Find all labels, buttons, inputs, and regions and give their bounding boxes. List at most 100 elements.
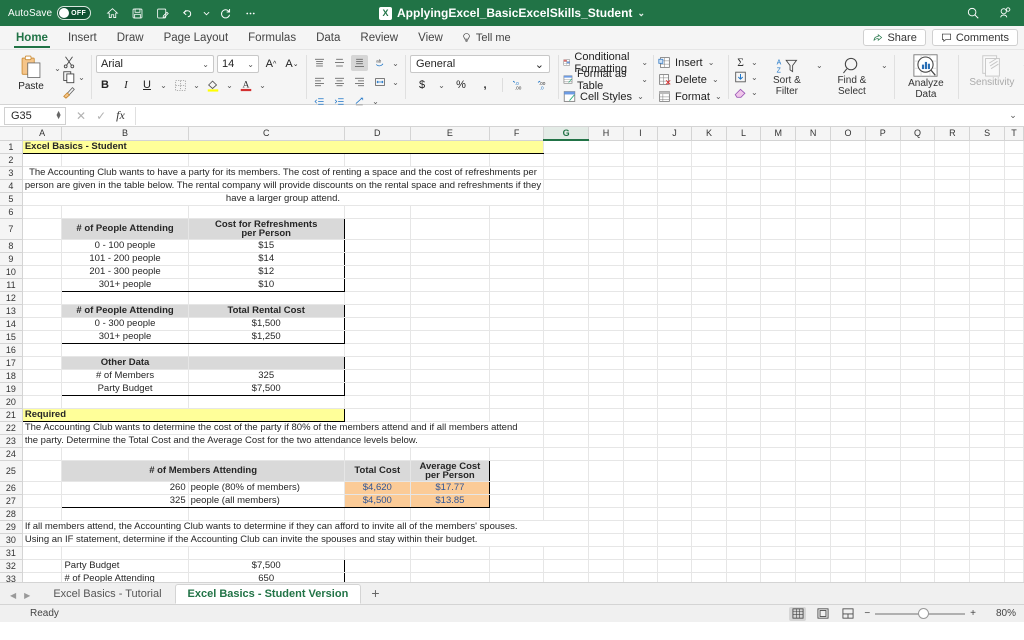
grid-cell[interactable] bbox=[830, 153, 866, 167]
insert-cells-caret-icon[interactable]: ⌄ bbox=[707, 58, 716, 67]
grid-cell[interactable] bbox=[344, 252, 411, 266]
grid-cell[interactable] bbox=[410, 304, 491, 318]
grid-cell[interactable] bbox=[657, 520, 693, 534]
rental-header-cost[interactable]: Total Rental Cost bbox=[188, 303, 345, 318]
grid-cell[interactable] bbox=[623, 304, 658, 318]
grid-cell[interactable] bbox=[588, 369, 624, 383]
grid-cell[interactable] bbox=[760, 494, 797, 508]
grid-cell[interactable] bbox=[543, 356, 590, 370]
autosave-toggle[interactable]: OFF bbox=[57, 6, 92, 20]
clear-button[interactable]: ⌄ bbox=[733, 85, 759, 99]
grid-cell[interactable] bbox=[344, 395, 411, 409]
grid-cell[interactable] bbox=[1004, 153, 1024, 167]
grid-cell[interactable] bbox=[691, 343, 727, 357]
grid-cell[interactable] bbox=[900, 408, 936, 422]
zoom-track[interactable] bbox=[875, 607, 966, 619]
grid-cell[interactable] bbox=[543, 153, 590, 167]
grid-cell[interactable] bbox=[934, 291, 971, 305]
intro-line-3[interactable]: have a larger group attend. bbox=[22, 192, 545, 206]
grid-cell[interactable] bbox=[410, 239, 491, 253]
grid-cell[interactable] bbox=[1004, 481, 1024, 495]
grid-cell[interactable] bbox=[22, 218, 63, 240]
grid-cell[interactable] bbox=[900, 421, 936, 435]
row-header-13[interactable]: 13 bbox=[0, 303, 23, 318]
grid-cell[interactable] bbox=[61, 507, 189, 521]
grid-cell[interactable] bbox=[22, 278, 63, 292]
zoom-slider[interactable]: − + bbox=[864, 607, 976, 619]
grid-cell[interactable] bbox=[489, 494, 545, 508]
grid-cell[interactable] bbox=[830, 317, 866, 331]
grid-cell[interactable] bbox=[410, 153, 491, 167]
grid-cell[interactable] bbox=[543, 278, 590, 292]
grid-cell[interactable] bbox=[969, 343, 1005, 357]
grid-cell[interactable] bbox=[934, 239, 971, 253]
intro-line-1[interactable]: The Accounting Club wants to have a part… bbox=[22, 166, 545, 180]
grid-cell[interactable] bbox=[1004, 140, 1024, 154]
grid-cell[interactable] bbox=[969, 205, 1005, 219]
grid-cell[interactable] bbox=[830, 395, 866, 409]
column-header-S[interactable]: S bbox=[969, 127, 1005, 141]
fx-icon[interactable]: fx bbox=[116, 108, 125, 123]
grid-cell[interactable] bbox=[588, 218, 624, 240]
column-header-E[interactable]: E bbox=[409, 127, 491, 141]
grid-cell[interactable] bbox=[22, 265, 63, 279]
grid-cell[interactable] bbox=[489, 291, 545, 305]
row-header-8[interactable]: 8 bbox=[0, 238, 23, 253]
grid-cell[interactable] bbox=[969, 481, 1005, 495]
grid-cell[interactable] bbox=[934, 481, 971, 495]
grid-cell[interactable] bbox=[623, 140, 658, 154]
grid-cell[interactable] bbox=[691, 533, 727, 547]
refreshments-row-value[interactable]: $10 bbox=[188, 278, 345, 292]
column-header-K[interactable]: K bbox=[691, 127, 727, 141]
grid-cell[interactable] bbox=[795, 382, 832, 396]
row-header-10[interactable]: 10 bbox=[0, 264, 23, 279]
row-header-11[interactable]: 11 bbox=[0, 277, 23, 292]
refreshments-header-cost[interactable]: Cost for Refreshments per Person bbox=[188, 217, 345, 240]
grid-cell[interactable] bbox=[900, 140, 936, 154]
grid-cell[interactable] bbox=[1004, 205, 1024, 219]
grid-cell[interactable] bbox=[489, 460, 545, 482]
search-icon[interactable] bbox=[962, 3, 984, 23]
align-top-button[interactable] bbox=[311, 55, 328, 71]
column-header-C[interactable]: C bbox=[187, 127, 345, 141]
grid-cell[interactable] bbox=[934, 382, 971, 396]
results-total-cost[interactable]: $4,620 bbox=[343, 481, 411, 495]
grid-cell[interactable] bbox=[543, 218, 590, 240]
grid-cell[interactable] bbox=[900, 192, 936, 206]
find-select-caret-icon[interactable]: ⌄ bbox=[880, 55, 889, 70]
grid-cell[interactable] bbox=[934, 520, 971, 534]
grid-cell[interactable] bbox=[489, 218, 545, 240]
grid-cell[interactable] bbox=[969, 166, 1005, 180]
grid-cell[interactable] bbox=[969, 533, 1005, 547]
grid-cell[interactable] bbox=[969, 408, 1005, 422]
grid-cell[interactable] bbox=[543, 460, 590, 482]
other-data-label[interactable]: Party Budget bbox=[61, 382, 189, 396]
increase-decimal-button[interactable]: .0.00 bbox=[511, 76, 529, 94]
grid-cell[interactable] bbox=[795, 494, 832, 508]
row-header-21[interactable]: 21 bbox=[0, 407, 23, 422]
grid-cell[interactable] bbox=[969, 421, 1005, 435]
required-banner[interactable]: Required bbox=[21, 407, 345, 422]
grid-cell[interactable] bbox=[1004, 304, 1024, 318]
grid-cell[interactable] bbox=[969, 447, 1005, 461]
normal-view-icon[interactable] bbox=[789, 606, 807, 621]
grid-cell[interactable] bbox=[795, 343, 832, 357]
grid-cell[interactable] bbox=[410, 395, 491, 409]
grid-cell[interactable] bbox=[865, 481, 901, 495]
grid-cell[interactable] bbox=[1004, 421, 1024, 435]
grid-cell[interactable] bbox=[726, 447, 762, 461]
grid-cell[interactable] bbox=[657, 408, 693, 422]
column-header-F[interactable]: F bbox=[488, 127, 545, 141]
tab-home[interactable]: Home bbox=[6, 26, 58, 49]
grid-cell[interactable] bbox=[1004, 559, 1024, 573]
grid-cell[interactable] bbox=[795, 291, 832, 305]
save-as-icon[interactable] bbox=[151, 3, 173, 23]
grid-cell[interactable] bbox=[969, 330, 1005, 344]
grid-cell[interactable] bbox=[969, 265, 1005, 279]
grid-cell[interactable] bbox=[691, 572, 727, 582]
grid-cell[interactable] bbox=[760, 481, 797, 495]
borders-button[interactable] bbox=[171, 76, 189, 94]
results-count[interactable]: 260 bbox=[61, 481, 189, 495]
grid-cell[interactable] bbox=[588, 546, 624, 560]
budget-value[interactable]: $7,500 bbox=[188, 558, 345, 573]
